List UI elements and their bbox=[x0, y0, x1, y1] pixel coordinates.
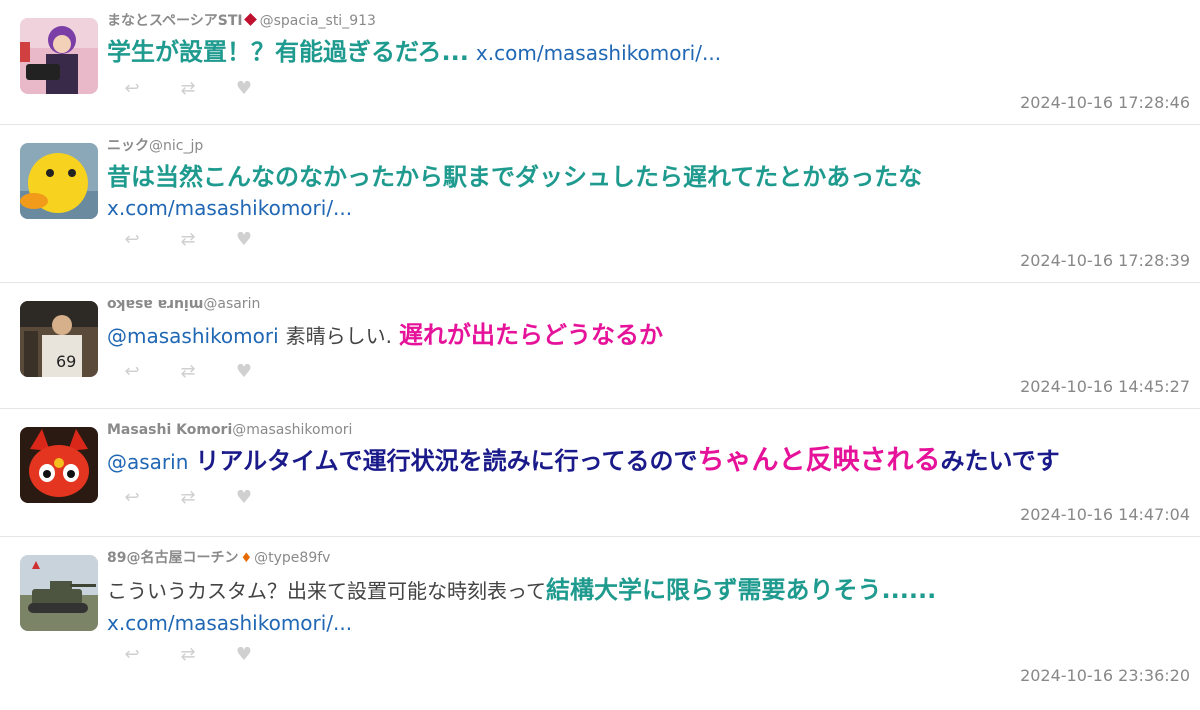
reply-icon[interactable]: ↩ bbox=[119, 487, 145, 508]
tweet-highlight: ちゃんと反映される bbox=[697, 445, 941, 476]
tweet-text: こういうカスタム？出来て設置可能な時刻表って結構大学に限らず需要ありそう....… bbox=[107, 573, 1190, 637]
author-name[interactable]: Masashi Komori bbox=[107, 422, 232, 438]
tweet-mention[interactable]: @masashikomori bbox=[107, 324, 279, 348]
baseball-player-icon: 69 bbox=[20, 301, 98, 377]
author-handle[interactable]: @masashikomori bbox=[232, 422, 352, 438]
reply-icon[interactable]: ↩ bbox=[119, 644, 145, 665]
tweet-item: ニック@nic_jp 昔は当然こんなのなかったから駅までダッシュしたら遅れてたと… bbox=[0, 125, 1200, 283]
svg-text:69: 69 bbox=[56, 352, 76, 371]
tweet-link[interactable]: x.com/masashikomori/... bbox=[107, 609, 1190, 637]
tweet-item: 89@名古屋コーチン ♦ @type89fv こういうカスタム？出来て設置可能な時刻… bbox=[0, 537, 1200, 697]
tweet-text: @masashikomori 素晴らしい. 遅れが出たらどうなるか bbox=[107, 318, 1190, 354]
heart-icon[interactable]: ♥ bbox=[231, 644, 257, 665]
author-name[interactable]: miura asako bbox=[107, 295, 203, 313]
author-name[interactable]: ニック bbox=[107, 138, 149, 154]
tweet-plain-text: こういうカスタム？出来て設置可能な時刻表って bbox=[107, 579, 546, 603]
reply-icon[interactable]: ↩ bbox=[119, 78, 145, 99]
heart-icon[interactable]: ♥ bbox=[231, 487, 257, 508]
tweet-timestamp[interactable]: 2024-10-16 17:28:46 bbox=[1020, 93, 1190, 112]
tweet-link[interactable]: x.com/masashikomori/... bbox=[476, 41, 721, 65]
tweet-mention[interactable]: @asarin bbox=[107, 450, 188, 474]
tweet-item: Masashi Komori@masashikomori @asarin リアル… bbox=[0, 409, 1200, 537]
tweet-feed: まなとスペーシアSTI @spacia_sti_913 学生が設置！？有能過ぎるだ… bbox=[0, 0, 1200, 697]
author-handle[interactable]: @spacia_sti_913 bbox=[260, 13, 376, 29]
person-photo-icon bbox=[20, 18, 98, 94]
red-mascot-icon bbox=[20, 427, 98, 503]
tank-photo-icon bbox=[20, 555, 98, 631]
avatar[interactable] bbox=[20, 555, 98, 631]
tweet-actions: ↩ ⇄ ♥ bbox=[107, 643, 1190, 665]
avatar[interactable] bbox=[20, 18, 98, 94]
heart-icon[interactable]: ♥ bbox=[231, 78, 257, 99]
retweet-icon[interactable]: ⇄ bbox=[175, 229, 201, 250]
heart-icon[interactable]: ♥ bbox=[231, 361, 257, 382]
tweet-text-part1: リアルタイムで運行状況を読みに行ってるので bbox=[195, 447, 698, 475]
avatar[interactable]: 69 bbox=[20, 301, 98, 377]
avatar[interactable] bbox=[20, 143, 98, 219]
author-name[interactable]: 89@名古屋コーチン bbox=[107, 550, 238, 566]
tweet-text: 学生が設置！？有能過ぎるだろ... x.com/masashikomori/..… bbox=[107, 35, 1190, 71]
reply-icon[interactable]: ↩ bbox=[119, 361, 145, 382]
rubber-duck-icon bbox=[20, 143, 98, 219]
reply-icon[interactable]: ↩ bbox=[119, 229, 145, 250]
diamond-icon bbox=[243, 13, 257, 26]
tweet-highlight: 遅れが出たらどうなるか bbox=[399, 321, 664, 349]
tweet-timestamp[interactable]: 2024-10-16 14:45:27 bbox=[1020, 377, 1190, 396]
tweet-actions: ↩ ⇄ ♥ bbox=[107, 228, 1190, 250]
author-handle[interactable]: @nic_jp bbox=[149, 138, 203, 154]
heart-icon[interactable]: ♥ bbox=[231, 229, 257, 250]
avatar[interactable] bbox=[20, 427, 98, 503]
fire-icon: ♦ bbox=[240, 551, 253, 566]
tweet-link[interactable]: x.com/masashikomori/... bbox=[107, 194, 1190, 222]
retweet-icon[interactable]: ⇄ bbox=[175, 361, 201, 382]
retweet-icon[interactable]: ⇄ bbox=[175, 78, 201, 99]
tweet-highlight: 昔は当然こんなのなかったから駅までダッシュしたら遅れてたとかあったな bbox=[107, 163, 923, 191]
tweet-text: 昔は当然こんなのなかったから駅までダッシュしたら遅れてたとかあったな x.com… bbox=[107, 160, 1190, 222]
tweet-plain-text: 素晴らしい. bbox=[285, 324, 393, 348]
tweet-timestamp[interactable]: 2024-10-16 17:28:39 bbox=[1020, 251, 1190, 270]
tweet-highlight: 結構大学に限らず需要ありそう...... bbox=[546, 576, 937, 604]
tweet-timestamp[interactable]: 2024-10-16 23:36:20 bbox=[1020, 666, 1190, 685]
author-handle[interactable]: @asarin bbox=[203, 296, 260, 312]
tweet-item: 69 miura asako@asarin @masashikomori 素晴ら… bbox=[0, 283, 1200, 409]
tweet-text: @asarin リアルタイムで運行状況を読みに行ってるのでちゃんと反映されるみた… bbox=[107, 444, 1190, 480]
author-handle[interactable]: @type89fv bbox=[254, 550, 330, 566]
retweet-icon[interactable]: ⇄ bbox=[175, 644, 201, 665]
author-name[interactable]: まなとスペーシアSTI bbox=[107, 13, 243, 29]
tweet-highlight: 学生が設置！？有能過ぎるだろ... bbox=[107, 38, 469, 66]
retweet-icon[interactable]: ⇄ bbox=[175, 487, 201, 508]
tweet-timestamp[interactable]: 2024-10-16 14:47:04 bbox=[1020, 505, 1190, 524]
tweet-text-part3: みたいです bbox=[940, 447, 1060, 475]
tweet-item: まなとスペーシアSTI @spacia_sti_913 学生が設置！？有能過ぎるだ… bbox=[0, 0, 1200, 125]
